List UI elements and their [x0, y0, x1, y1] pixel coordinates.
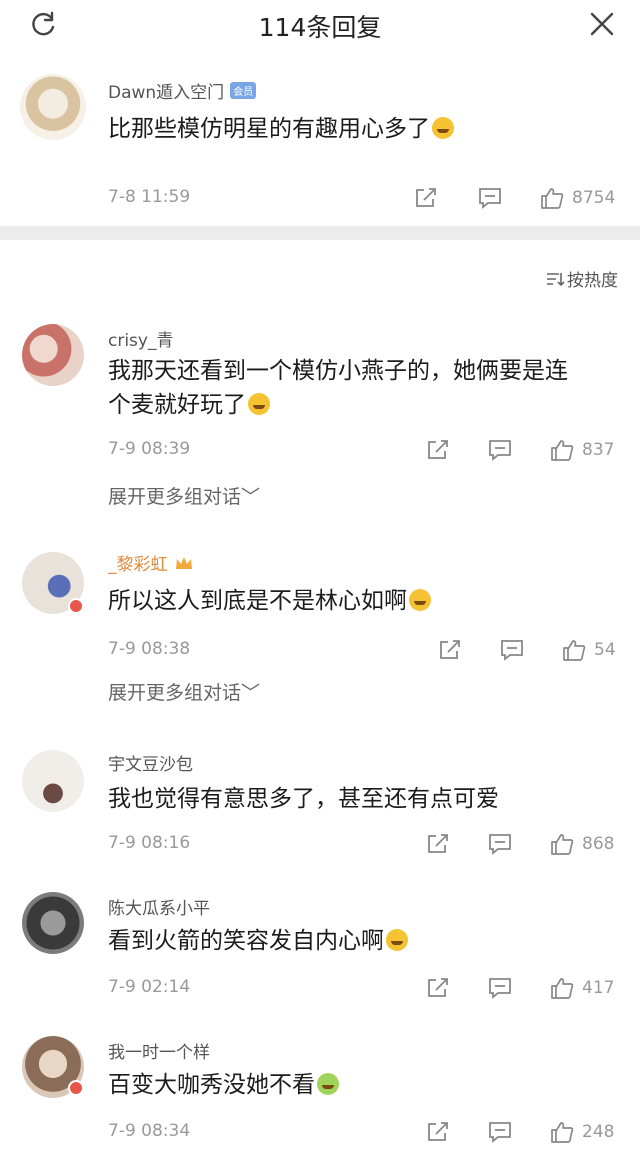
comment-meta: 7-9 08:16 868: [108, 830, 620, 858]
smile-emoji-icon: [317, 1073, 339, 1095]
laugh-emoji-icon: [432, 117, 454, 139]
share-button[interactable]: [426, 974, 450, 1002]
share-icon: [428, 440, 448, 459]
timestamp: 7-9 08:16: [108, 833, 191, 853]
laugh-emoji-icon: [386, 929, 408, 951]
share-icon: [428, 978, 448, 997]
reply-item: crisy_青 我那天还看到一个模仿小燕子的，她俩要是连 个麦就好玩了 7-9 0…: [0, 318, 640, 518]
like-button[interactable]: 837: [550, 436, 614, 464]
comment-text: 百变大咖秀没她不看: [108, 1068, 618, 1102]
share-icon: [428, 1122, 448, 1141]
share-button[interactable]: [426, 436, 450, 464]
close-icon[interactable]: [588, 10, 616, 38]
avatar[interactable]: [22, 892, 84, 954]
comment-icon: [489, 834, 511, 855]
timestamp: 7-8 11:59: [108, 187, 191, 207]
comment-meta: 7-9 08:39 837: [108, 436, 620, 464]
username[interactable]: crisy_青: [108, 326, 173, 351]
like-button[interactable]: 417: [550, 974, 614, 1002]
comment-icon: [489, 1122, 511, 1143]
comment-text: 看到火箭的笑容发自内心啊: [108, 924, 618, 958]
share-button[interactable]: [438, 636, 462, 664]
thumbs-up-icon: [551, 978, 574, 999]
sort-label: 按热度: [567, 271, 618, 291]
like-count: 54: [594, 640, 616, 660]
thumbs-up-icon: [551, 440, 574, 461]
share-icon: [428, 834, 448, 853]
crown-icon: [175, 556, 192, 569]
thumbs-up-icon: [551, 834, 574, 855]
timestamp: 7-9 08:34: [108, 1121, 191, 1141]
thumbs-up-icon: [563, 640, 586, 661]
comment-text: 我那天还看到一个模仿小燕子的，她俩要是连 个麦就好玩了: [108, 358, 568, 418]
member-badge: 会员: [230, 82, 257, 99]
laugh-emoji-icon: [409, 589, 431, 611]
comment-meta: 7-8 11:59 8754: [108, 184, 620, 212]
avatar[interactable]: [20, 74, 86, 140]
expand-conversation-link[interactable]: 展开更多组对话﹀: [108, 678, 260, 705]
username[interactable]: 宇文豆沙包: [108, 750, 193, 775]
like-button[interactable]: 248: [550, 1118, 614, 1146]
verified-badge-icon: [68, 598, 84, 614]
comment-meta: 7-9 08:38 54: [108, 636, 620, 664]
thumbs-up-icon: [541, 188, 564, 209]
like-count: 417: [582, 978, 615, 998]
username[interactable]: Dawn遁入空门: [108, 78, 224, 103]
reply-item: 宇文豆沙包 我也觉得有意思多了，甚至还有点可爱 7-9 08:16 868: [0, 746, 640, 866]
like-count: 248: [582, 1122, 615, 1142]
share-button[interactable]: [426, 830, 450, 858]
like-button[interactable]: 868: [550, 830, 614, 858]
like-count: 837: [582, 440, 615, 460]
timestamp: 7-9 08:39: [108, 439, 191, 459]
share-icon: [440, 640, 460, 659]
reply-button[interactable]: [488, 974, 512, 1002]
share-button[interactable]: [414, 184, 438, 212]
timestamp: 7-9 08:38: [108, 639, 191, 659]
expand-conversation-link[interactable]: 展开更多组对话﹀: [108, 482, 260, 509]
comment-meta: 7-9 08:34 248: [108, 1118, 620, 1146]
sort-icon: [547, 272, 565, 286]
like-count: 8754: [572, 188, 616, 208]
reply-button[interactable]: [488, 830, 512, 858]
comment-text: 比那些模仿明星的有趣用心多了: [108, 112, 618, 146]
avatar[interactable]: [22, 324, 84, 386]
reply-button[interactable]: [488, 1118, 512, 1146]
thumbs-up-icon: [551, 1122, 574, 1143]
like-count: 868: [582, 834, 615, 854]
verified-badge-icon: [68, 1080, 84, 1096]
comment-icon: [479, 188, 501, 209]
avatar[interactable]: [22, 750, 84, 812]
page-title: 114条回复: [258, 13, 382, 42]
share-button[interactable]: [426, 1118, 450, 1146]
laugh-emoji-icon: [248, 393, 270, 415]
reply-item: 我一时一个样 百变大咖秀没她不看 7-9 08:34 248: [0, 1034, 640, 1150]
root-comment: Dawn遁入空门 会员 比那些模仿明星的有趣用心多了 7-8 11:59 875…: [0, 60, 640, 226]
comment-icon: [501, 640, 523, 661]
reply-button[interactable]: [478, 184, 502, 212]
like-button[interactable]: 54: [562, 636, 616, 664]
reply-item: 陈大瓜系小平 看到火箭的笑容发自内心啊 7-9 02:14 417: [0, 890, 640, 1006]
section-divider: [0, 226, 640, 240]
comment-icon: [489, 978, 511, 999]
like-button[interactable]: 8754: [540, 184, 615, 212]
username[interactable]: _黎彩虹: [108, 550, 168, 575]
comment-text: 我也觉得有意思多了，甚至还有点可爱: [108, 786, 499, 812]
username[interactable]: 我一时一个样: [108, 1038, 210, 1063]
comment-icon: [489, 440, 511, 461]
timestamp: 7-9 02:14: [108, 977, 191, 997]
sort-toggle[interactable]: 按热度: [545, 266, 618, 291]
reply-button[interactable]: [488, 436, 512, 464]
comment-meta: 7-9 02:14 417: [108, 974, 620, 1002]
share-icon: [416, 188, 436, 207]
reply-button[interactable]: [500, 636, 524, 664]
username[interactable]: 陈大瓜系小平: [108, 894, 210, 919]
comment-text: 所以这人到底是不是林心如啊: [108, 584, 618, 618]
top-bar: 114条回复: [0, 0, 640, 52]
reply-item: _黎彩虹 所以这人到底是不是林心如啊 7-9 08:38 54 展开更多组对话﹀: [0, 546, 640, 716]
